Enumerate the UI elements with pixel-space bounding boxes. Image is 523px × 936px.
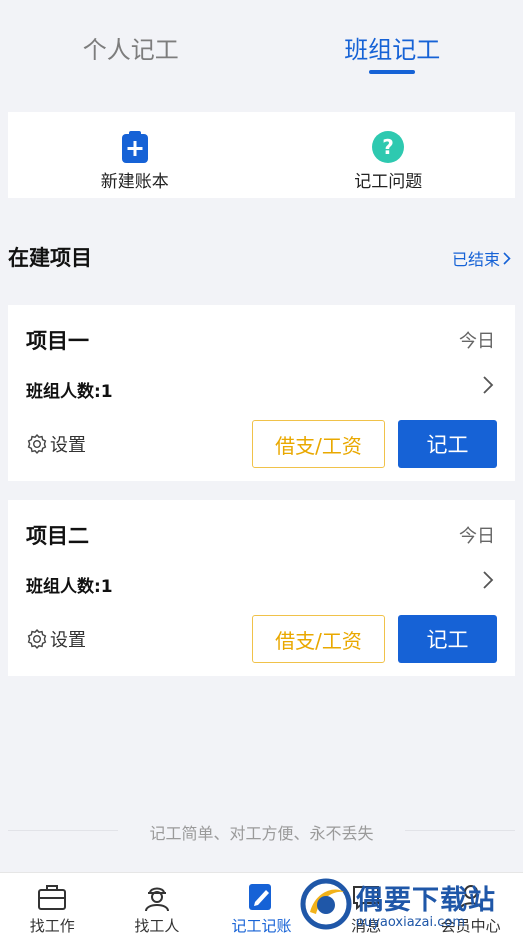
project-date: 今日 xyxy=(459,331,495,352)
new-ledger-label: 新建账本 xyxy=(100,172,169,192)
team-member-count[interactable]: 班组人数:1 xyxy=(26,572,113,597)
finished-link-label: 已结束 xyxy=(451,250,500,269)
nav-label: 消息 xyxy=(351,917,382,935)
record-help-label: 记工问题 xyxy=(354,172,423,192)
worker-icon xyxy=(141,881,173,913)
gear-icon xyxy=(27,628,47,650)
tab-label: 个人记工 xyxy=(82,36,179,64)
nav-messages[interactable]: 消息 xyxy=(314,873,419,936)
project-settings-button[interactable]: 设置 xyxy=(26,626,86,652)
clipboard-plus-icon xyxy=(119,131,151,163)
project-name: 项目二 xyxy=(26,524,89,548)
chevron-right-icon[interactable] xyxy=(481,570,495,590)
project-card: 项目一 今日 班组人数:1 设置 借支/工资 记工 xyxy=(8,305,515,481)
chevron-right-icon xyxy=(503,251,511,265)
project-settings-button[interactable]: 设置 xyxy=(26,431,86,457)
question-icon: ? xyxy=(372,131,405,163)
settings-label: 设置 xyxy=(50,435,86,456)
project-date: 今日 xyxy=(459,526,495,547)
slogan-text: 记工简单、对工方便、永不丢失 xyxy=(149,824,374,843)
new-ledger-button[interactable]: 新建账本 xyxy=(8,112,262,198)
finished-projects-link[interactable]: 已结束 xyxy=(452,246,511,270)
top-tab-bar: 个人记工 班组记工 xyxy=(0,0,523,92)
briefcase-icon xyxy=(36,881,68,913)
note-pen-icon xyxy=(245,881,277,913)
gear-icon xyxy=(27,433,47,455)
nav-label: 会员中心 xyxy=(440,917,501,935)
svg-text:?: ? xyxy=(382,135,394,159)
bottom-nav-bar: 找工作 找工人 记工记账 消息 会员中心 xyxy=(0,872,523,936)
team-member-count[interactable]: 班组人数:1 xyxy=(26,377,113,402)
tab-label: 班组记工 xyxy=(344,36,441,64)
active-tab-indicator xyxy=(369,70,416,74)
nav-find-job[interactable]: 找工作 xyxy=(0,873,105,936)
nav-label: 找工人 xyxy=(134,917,180,935)
settings-label: 设置 xyxy=(50,630,86,651)
tab-personal-record[interactable]: 个人记工 xyxy=(0,0,262,92)
message-icon xyxy=(350,881,382,913)
record-work-button[interactable]: 记工 xyxy=(398,615,497,663)
nav-find-worker[interactable]: 找工人 xyxy=(105,873,210,936)
nav-label: 记工记账 xyxy=(231,917,292,935)
record-work-button[interactable]: 记工 xyxy=(398,420,497,468)
nav-label: 找工作 xyxy=(29,917,75,935)
record-help-button[interactable]: ? 记工问题 xyxy=(262,112,516,198)
tab-team-record[interactable]: 班组记工 xyxy=(262,0,523,92)
loan-salary-button[interactable]: 借支/工资 xyxy=(252,420,385,468)
quick-actions-card: 新建账本 ? 记工问题 xyxy=(8,112,515,198)
member-icon xyxy=(455,881,487,913)
project-card: 项目二 今日 班组人数:1 设置 借支/工资 记工 xyxy=(8,500,515,676)
nav-record-account[interactable]: 记工记账 xyxy=(209,873,314,936)
section-title: 在建项目 xyxy=(8,246,92,270)
chevron-right-icon[interactable] xyxy=(481,375,495,395)
project-name: 项目一 xyxy=(26,329,89,353)
nav-member-center[interactable]: 会员中心 xyxy=(418,873,523,936)
loan-salary-button[interactable]: 借支/工资 xyxy=(252,615,385,663)
